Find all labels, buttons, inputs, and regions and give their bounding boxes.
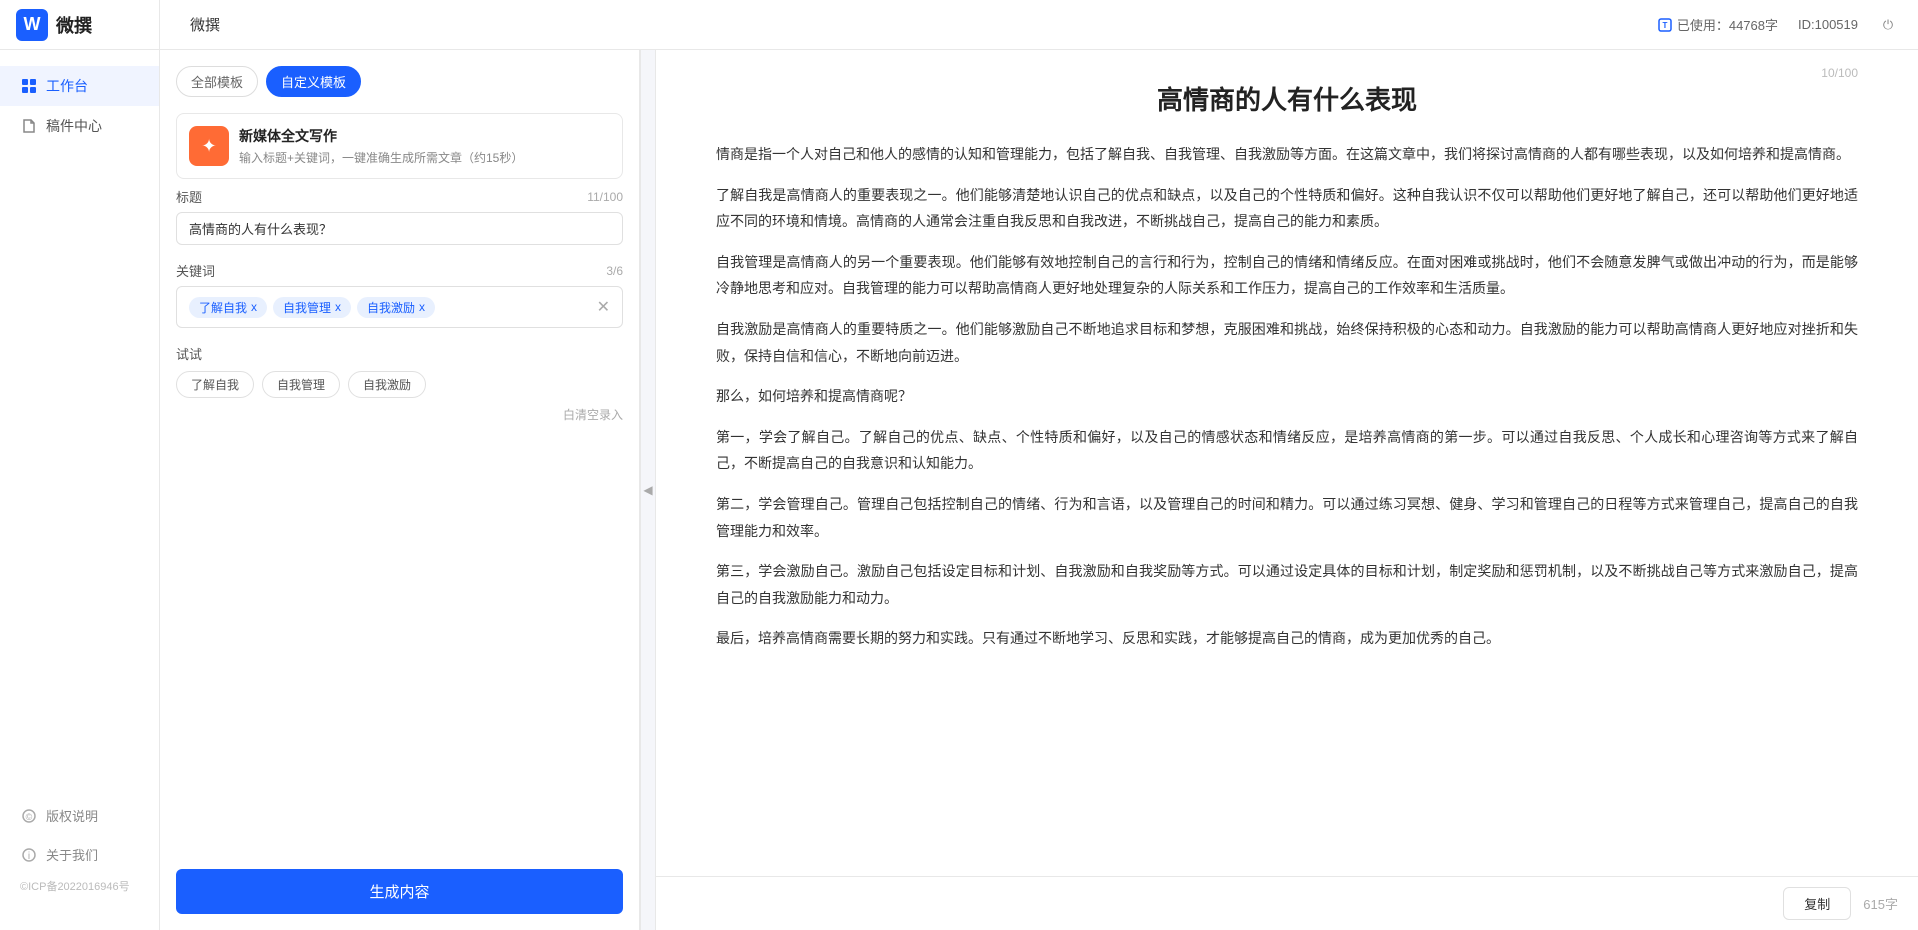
try-clear-btn[interactable]: 白清空录入 (176, 406, 623, 423)
keywords-clear-btn[interactable]: ✕ (597, 297, 610, 317)
template-desc: 输入标题+关键词，一键准确生成所需文章（约15秒） (239, 149, 523, 166)
keyword-text-2: 自我激励 (367, 299, 415, 316)
bottom-bar: 复制 615字 (656, 876, 1918, 930)
article-title: 高情商的人有什么表现 (716, 80, 1858, 117)
try-tag-1[interactable]: 自我管理 (262, 371, 340, 398)
form-area: 标题 11/100 关键词 3/6 了解自我 x (160, 187, 639, 853)
article-paragraph: 第二，学会管理自己。管理自己包括控制自己的情绪、行为和言语，以及管理自己的时间和… (716, 491, 1858, 544)
grid-icon (20, 77, 38, 95)
template-info: 新媒体全文写作 输入标题+关键词，一键准确生成所需文章（约15秒） (239, 126, 523, 166)
title-counter: 11/100 (587, 190, 623, 204)
try-tag-2[interactable]: 自我激励 (348, 371, 426, 398)
svg-text:i: i (28, 851, 30, 862)
template-card-icon: ✦ (189, 126, 229, 166)
left-panel: 全部模板 自定义模板 ✦ 新媒体全文写作 输入标题+关键词，一键准确生成所需文章… (160, 50, 640, 930)
logo-area: W 微撰 (0, 0, 160, 50)
article-paragraph: 了解自我是高情商人的重要表现之一。他们能够清楚地认识自己的优点和缺点，以及自己的… (716, 182, 1858, 235)
article-paragraph: 第一，学会了解自己。了解自己的优点、缺点、个性特质和偏好，以及自己的情感状态和情… (716, 424, 1858, 477)
keyword-text-0: 了解自我 (199, 299, 247, 316)
article-paragraph: 自我激励是高情商人的重要特质之一。他们能够激励自己不断地追求目标和梦想，克服困难… (716, 316, 1858, 369)
logo-icon: W (16, 9, 48, 41)
generate-btn[interactable]: 生成内容 (176, 869, 623, 914)
word-count: 615字 (1863, 894, 1898, 913)
icp-text: ©ICP备2022016946号 (0, 874, 159, 898)
keyword-tag-2: 自我激励 x (357, 297, 435, 318)
template-tabs: 全部模板 自定义模板 (160, 50, 639, 105)
right-panel: 10/100 高情商的人有什么表现 情商是指一个人对自己和他人的感情的认知和管理… (656, 50, 1918, 930)
article-paragraph: 第三，学会激励自己。激励自己包括设定目标和计划、自我激励和自我奖励等方式。可以通… (716, 558, 1858, 611)
file-icon (20, 117, 38, 135)
tab-custom-templates[interactable]: 自定义模板 (266, 66, 361, 97)
usage-text: 已使用：44768字 (1677, 15, 1778, 34)
title-label: 标题 (176, 187, 202, 206)
title-form-group: 标题 11/100 (176, 187, 623, 245)
power-icon[interactable]: ⏻ (1878, 15, 1898, 35)
sidebar-item-about[interactable]: i 关于我们 (0, 835, 159, 874)
keyword-tag-0: 了解自我 x (189, 297, 267, 318)
keywords-label-row: 关键词 3/6 (176, 261, 623, 280)
try-section: 试试 了解自我 自我管理 自我激励 白清空录入 (176, 344, 623, 423)
article-paragraph: 最后，培养高情商需要长期的努力和实践。只有通过不断地学习、反思和实践，才能够提高… (716, 625, 1858, 652)
title-input[interactable] (176, 212, 623, 245)
usage-icon: T (1657, 17, 1673, 33)
main-layout: 工作台 稿件中心 © 版权说明 i 关于我们 ©ICP备2022016946号 (0, 50, 1918, 930)
keywords-counter: 3/6 (606, 264, 623, 278)
page-count: 10/100 (1821, 66, 1858, 80)
article-paragraph: 情商是指一个人对自己和他人的感情的认知和管理能力，包括了解自我、自我管理、自我激… (716, 141, 1858, 168)
tab-all-templates[interactable]: 全部模板 (176, 66, 258, 97)
article-paragraph: 那么，如何培养和提高情商呢？ (716, 383, 1858, 410)
header-right: T 已使用：44768字 ID:100519 ⏻ (1657, 15, 1898, 35)
content-area: 全部模板 自定义模板 ✦ 新媒体全文写作 输入标题+关键词，一键准确生成所需文章… (160, 50, 1918, 930)
copy-btn[interactable]: 复制 (1783, 887, 1851, 920)
info-icon: i (20, 846, 38, 864)
template-card[interactable]: ✦ 新媒体全文写作 输入标题+关键词，一键准确生成所需文章（约15秒） (176, 113, 623, 179)
keywords-label: 关键词 (176, 261, 215, 280)
svg-text:T: T (1662, 21, 1667, 30)
sidebar-drafts-label: 稿件中心 (46, 116, 102, 136)
article-body: 情商是指一个人对自己和他人的感情的认知和管理能力，包括了解自我、自我管理、自我激… (716, 141, 1858, 652)
sidebar-copyright-label: 版权说明 (46, 806, 98, 825)
keywords-form-group: 关键词 3/6 了解自我 x 自我管理 x 自我激励 (176, 261, 623, 328)
svg-text:©: © (26, 812, 33, 822)
keyword-text-1: 自我管理 (283, 299, 331, 316)
id-text: ID:100519 (1798, 17, 1858, 32)
sidebar-bottom: © 版权说明 i 关于我们 ©ICP备2022016946号 (0, 796, 159, 914)
keyword-remove-0[interactable]: x (251, 300, 257, 314)
try-label: 试试 (176, 344, 623, 363)
title-label-row: 标题 11/100 (176, 187, 623, 206)
collapse-handle[interactable]: ◀ (640, 50, 656, 930)
keywords-box[interactable]: 了解自我 x 自我管理 x 自我激励 x ✕ (176, 286, 623, 328)
chevron-left-icon: ◀ (643, 483, 652, 497)
try-tags: 了解自我 自我管理 自我激励 (176, 371, 623, 398)
sidebar: 工作台 稿件中心 © 版权说明 i 关于我们 ©ICP备2022016946号 (0, 50, 160, 930)
template-name: 新媒体全文写作 (239, 126, 523, 146)
copyright-icon: © (20, 807, 38, 825)
sidebar-item-drafts[interactable]: 稿件中心 (0, 106, 159, 146)
header-title: 微撰 (190, 14, 220, 35)
sidebar-about-label: 关于我们 (46, 845, 98, 864)
header: 微撰 T 已使用：44768字 ID:100519 ⏻ (0, 0, 1918, 50)
keyword-remove-2[interactable]: x (419, 300, 425, 314)
sidebar-workspace-label: 工作台 (46, 76, 88, 96)
try-tag-0[interactable]: 了解自我 (176, 371, 254, 398)
sidebar-item-workspace[interactable]: 工作台 (0, 66, 159, 106)
keyword-tag-1: 自我管理 x (273, 297, 351, 318)
sidebar-item-copyright[interactable]: © 版权说明 (0, 796, 159, 835)
logo-text: 微撰 (56, 12, 92, 38)
usage-info: T 已使用：44768字 (1657, 15, 1778, 34)
article-view: 10/100 高情商的人有什么表现 情商是指一个人对自己和他人的感情的认知和管理… (656, 50, 1918, 876)
keyword-remove-1[interactable]: x (335, 300, 341, 314)
article-paragraph: 自我管理是高情商人的另一个重要表现。他们能够有效地控制自己的言行和行为，控制自己… (716, 249, 1858, 302)
